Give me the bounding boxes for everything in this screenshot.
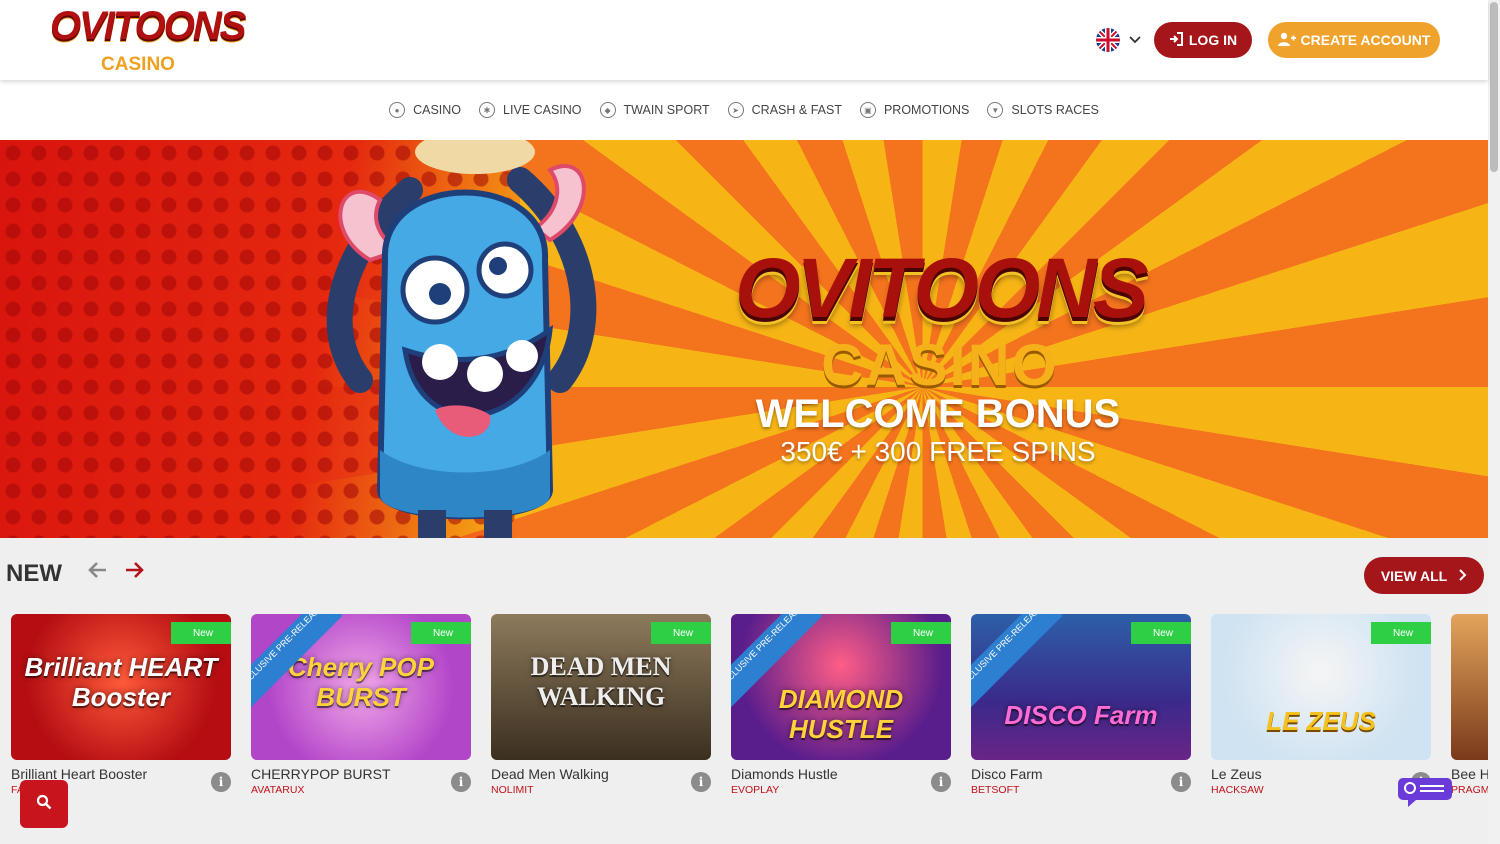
site-logo[interactable]: OVITOONS CASINO: [50, 4, 246, 76]
game-title[interactable]: Bee H: [1451, 766, 1488, 782]
chat-icon: [1398, 778, 1452, 807]
nav-item-label: PROMOTIONS: [883, 103, 970, 117]
nav-item-twain-sport[interactable]: ◆ TWAIN SPORT: [599, 102, 710, 118]
language-selector[interactable]: [1094, 26, 1146, 54]
game-provider: EVOPLAY: [731, 784, 780, 796]
game-thumbnail-title: DISCO Farm: [1004, 700, 1158, 730]
info-icon[interactable]: i: [931, 772, 951, 792]
game-thumbnail[interactable]: Cherry POP BURST EXCLUSIVE PRE-RELEASE N…: [251, 614, 471, 760]
info-icon[interactable]: i: [1171, 772, 1191, 792]
main-nav: ● CASINO ✱ LIVE CASINO ◆ TWAIN SPORT ➤ C…: [0, 80, 1488, 140]
new-badge: New: [651, 622, 711, 644]
create-account-label: CREATE ACCOUNT: [1300, 32, 1431, 48]
rocket-icon: ➤: [727, 102, 744, 118]
game-title[interactable]: CHERRYPOP BURST: [251, 766, 391, 782]
info-icon[interactable]: i: [451, 772, 471, 792]
nav-item-crash-fast[interactable]: ➤ CRASH & FAST: [727, 102, 842, 118]
welcome-bonus-title: WELCOME BONUS: [755, 392, 1121, 436]
chat-widget-button[interactable]: [1398, 776, 1454, 808]
new-badge: New: [171, 622, 231, 644]
game-thumbnail[interactable]: Brilliant HEART Booster New: [11, 614, 231, 760]
chevron-down-icon: [1128, 32, 1142, 48]
section-title: NEW: [6, 560, 62, 587]
nav-item-slots-races[interactable]: ▼ SLOTS RACES: [987, 102, 1099, 118]
casino-chip-icon: ●: [389, 102, 406, 118]
arrow-right-icon: [126, 562, 144, 578]
live-casino-icon: ✱: [479, 102, 496, 118]
game-thumbnail[interactable]: DISCO Farm EXCLUSIVE PRE-RELEASE New: [971, 614, 1191, 760]
login-icon: [1169, 31, 1183, 49]
nav-item-casino[interactable]: ● CASINO: [389, 102, 461, 118]
game-card[interactable]: DEAD MEN WALKING New Dead Men Walking NO…: [491, 614, 711, 800]
nav-item-promotions[interactable]: ▣ PROMOTIONS: [859, 102, 970, 118]
game-thumbnail-title: Brilliant HEART Booster: [24, 652, 218, 712]
game-thumbnail-title: DEAD MEN WALKING: [530, 652, 672, 711]
chevron-right-icon: [1459, 568, 1467, 584]
game-provider: AVATARUX: [251, 784, 305, 796]
nav-item-label: SLOTS RACES: [1011, 103, 1099, 117]
page-scrollbar[interactable]: [1488, 0, 1500, 844]
new-games-carousel: Brilliant HEART Booster New Brilliant He…: [0, 614, 1488, 804]
game-thumbnail-title: DIAMOND HUSTLE: [778, 684, 904, 744]
sport-ball-icon: ◆: [599, 102, 616, 118]
game-title[interactable]: Le Zeus: [1211, 766, 1262, 782]
search-icon: [36, 794, 52, 815]
game-thumbnail[interactable]: LE ZEUS New: [1211, 614, 1431, 760]
info-icon[interactable]: i: [691, 772, 711, 792]
welcome-bonus-offer: 350€ + 300 FREE SPINS: [780, 436, 1096, 467]
game-title[interactable]: Disco Farm: [971, 766, 1043, 782]
banner-brand-subtitle: CASINO: [821, 333, 1059, 398]
view-all-button[interactable]: VIEW ALL: [1364, 557, 1484, 594]
info-icon[interactable]: i: [211, 772, 231, 792]
game-card[interactable]: DISCO Farm EXCLUSIVE PRE-RELEASE New Dis…: [971, 614, 1191, 800]
welcome-banner[interactable]: OVITOONS CASINO WELCOME BONUS 350€ + 300…: [0, 140, 1488, 538]
nav-item-label: CASINO: [413, 103, 462, 117]
game-card[interactable]: Brilliant HEART Booster New Brilliant He…: [11, 614, 231, 800]
arrow-left-icon: [88, 562, 106, 578]
new-badge: New: [1371, 622, 1431, 644]
nav-item-label: TWAIN SPORT: [623, 103, 710, 117]
scrollbar-thumb[interactable]: [1490, 2, 1498, 172]
login-label: LOG IN: [1188, 32, 1238, 48]
game-thumbnail[interactable]: [1451, 614, 1488, 760]
trophy-icon: ▼: [987, 102, 1004, 118]
game-thumbnail[interactable]: DIAMOND HUSTLE EXCLUSIVE PRE-RELEASE New: [731, 614, 951, 760]
banner-brand-title: OVITOONS: [735, 241, 1149, 335]
carousel-next-button[interactable]: [120, 558, 148, 586]
game-provider: HACKSAW: [1211, 784, 1264, 796]
game-card[interactable]: DIAMOND HUSTLE EXCLUSIVE PRE-RELEASE New…: [731, 614, 951, 800]
login-button[interactable]: LOG IN: [1154, 22, 1252, 58]
game-thumbnail[interactable]: DEAD MEN WALKING New: [491, 614, 711, 760]
nav-item-label: CRASH & FAST: [751, 103, 842, 117]
game-provider: PRAGM: [1451, 784, 1488, 796]
exclusive-ribbon: EXCLUSIVE PRE-RELEASE: [971, 614, 1063, 708]
create-account-button[interactable]: CREATE ACCOUNT: [1268, 22, 1440, 58]
new-badge: New: [1131, 622, 1191, 644]
game-title[interactable]: Diamonds Hustle: [731, 766, 838, 782]
new-badge: New: [411, 622, 471, 644]
uk-flag-icon: [1096, 28, 1120, 52]
game-card[interactable]: Cherry POP BURST EXCLUSIVE PRE-RELEASE N…: [251, 614, 471, 800]
game-thumbnail-title: LE ZEUS: [1266, 706, 1376, 736]
game-provider: BETSOFT: [971, 784, 1020, 796]
monster-mascot-illustration: [326, 140, 597, 538]
game-card[interactable]: LE ZEUS New Le Zeus HACKSAW i: [1211, 614, 1431, 800]
site-header: OVITOONS CASINO LOG IN CREATE ACCOUNT: [0, 0, 1488, 80]
logo-text: OVITOONS: [50, 4, 246, 48]
nav-item-label: LIVE CASINO: [503, 103, 582, 117]
logo-subtext: CASINO: [101, 54, 175, 75]
game-card[interactable]: Bee H PRAGM: [1451, 614, 1488, 800]
new-badge: New: [891, 622, 951, 644]
gift-icon: ▣: [859, 102, 876, 118]
add-user-icon: [1277, 32, 1296, 49]
view-all-label: VIEW ALL: [1380, 567, 1448, 584]
nav-item-live-casino[interactable]: ✱ LIVE CASINO: [479, 102, 582, 118]
game-title[interactable]: Dead Men Walking: [491, 766, 609, 782]
search-button[interactable]: [20, 780, 68, 828]
carousel-prev-button[interactable]: [84, 558, 112, 586]
game-provider: NOLIMIT: [491, 784, 534, 796]
